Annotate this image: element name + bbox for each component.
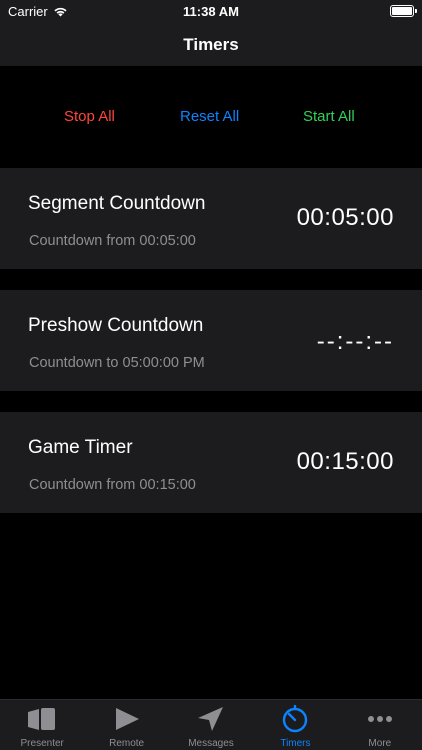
tab-label: Messages (188, 738, 234, 749)
timer-controls: Stop All Reset All Start All (0, 66, 422, 167)
tab-remote[interactable]: Remote (84, 700, 168, 750)
timer-subtitle: Countdown from 00:15:00 (29, 477, 196, 493)
app-window: Carrier 11:38 AM Timers Stop All Reset A… (0, 0, 422, 750)
timer-value: --:--:-- (316, 328, 394, 355)
navigation-bar: Timers (0, 24, 422, 66)
more-icon (367, 716, 392, 722)
send-icon (198, 707, 224, 731)
tab-presenter[interactable]: Presenter (0, 700, 84, 750)
tab-label: More (368, 738, 392, 749)
status-time: 11:38 AM (183, 4, 239, 19)
presenter-icon (28, 708, 56, 730)
tab-label: Presenter (20, 738, 64, 749)
stop-all-button[interactable]: Stop All (64, 108, 115, 125)
page-title: Timers (183, 35, 239, 54)
timer-icon (283, 705, 308, 733)
start-all-button[interactable]: Start All (303, 108, 355, 125)
timer-name: Segment Countdown (28, 193, 206, 214)
tab-label: Timers (280, 738, 311, 749)
timer-subtitle: Countdown from 00:05:00 (29, 233, 196, 249)
tab-label: Remote (109, 738, 145, 749)
status-bar: Carrier 11:38 AM (0, 0, 422, 24)
tab-bar: Presenter Remote Messages Timers More (0, 699, 422, 750)
timer-subtitle: Countdown to 05:00:00 PM (29, 355, 205, 371)
play-icon (115, 708, 139, 730)
timer-row-game-timer[interactable]: Game Timer Countdown from 00:15:00 00:15… (0, 412, 422, 513)
battery-fill (392, 7, 412, 15)
timer-value: 00:15:00 (296, 448, 394, 475)
timer-value: 00:05:00 (296, 204, 394, 231)
battery-icon (390, 5, 417, 17)
timer-row-segment-countdown[interactable]: Segment Countdown Countdown from 00:05:0… (0, 168, 422, 269)
reset-all-button[interactable]: Reset All (180, 108, 239, 125)
tab-timers[interactable]: Timers (253, 700, 337, 750)
tab-messages[interactable]: Messages (169, 700, 253, 750)
tab-more[interactable]: More (338, 700, 422, 750)
timer-name: Preshow Countdown (28, 315, 204, 336)
timer-row-preshow-countdown[interactable]: Preshow Countdown Countdown to 05:00:00 … (0, 290, 422, 391)
timer-name: Game Timer (28, 437, 133, 458)
